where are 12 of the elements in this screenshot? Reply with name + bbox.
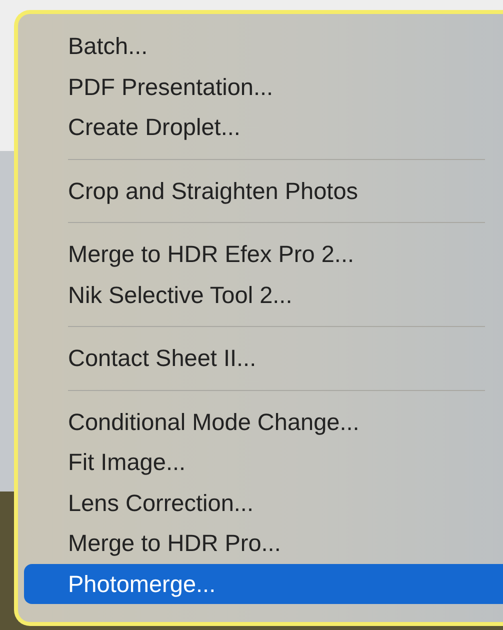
menu-item[interactable]: Fit Image...: [24, 442, 503, 482]
menu-item[interactable]: Lens Correction...: [24, 482, 503, 523]
menu-item[interactable]: Merge to HDR Efex Pro 2...: [24, 234, 503, 274]
menu-item[interactable]: Contact Sheet II...: [24, 338, 503, 378]
menu-item[interactable]: Photomerge...: [24, 564, 503, 604]
menu-item[interactable]: Nik Selective Tool 2...: [24, 274, 503, 315]
menu-item[interactable]: Crop and Straighten Photos: [24, 170, 503, 211]
menu-item[interactable]: Create Droplet...: [24, 107, 503, 148]
menu-item[interactable]: PDF Presentation...: [24, 66, 503, 107]
menu-item[interactable]: Conditional Mode Change...: [24, 402, 503, 442]
menu-item[interactable]: Merge to HDR Pro...: [24, 523, 503, 564]
menu-item[interactable]: Batch...: [24, 26, 503, 66]
